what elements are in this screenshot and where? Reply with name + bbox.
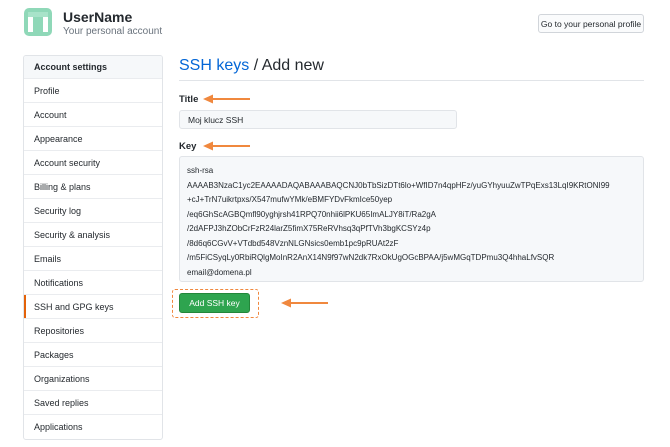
key-line: /2dAFPJ3hZObCrFzR24larZ5fimX75ReRVhsq3qP…: [187, 224, 431, 233]
title-input[interactable]: Moj klucz SSH: [179, 110, 457, 129]
sidebar-item-account-security[interactable]: Account security: [24, 151, 162, 175]
sidebar-item-packages[interactable]: Packages: [24, 343, 162, 367]
sidebar-item-security-analysis[interactable]: Security & analysis: [24, 223, 162, 247]
sidebar-item-account[interactable]: Account: [24, 103, 162, 127]
sidebar-item-emails[interactable]: Emails: [24, 247, 162, 271]
key-line: +cJ+TrN7uikrtpxs/X547mufwYMk/eBMFYDvFkmI…: [187, 195, 393, 204]
key-line: /m5FiCSyqLy0RbiRQlgMoInR2AnX14N9f97wN2dk…: [187, 253, 555, 262]
key-line: ssh-rsa: [187, 166, 214, 175]
sidebar-heading: Account settings: [24, 56, 162, 79]
account-subtitle: Your personal account: [63, 26, 163, 37]
arrow-left-icon: [203, 94, 250, 104]
divider: [179, 80, 644, 81]
add-ssh-key-button[interactable]: Add SSH key: [179, 293, 250, 313]
key-line: email@domena.pl: [187, 267, 252, 277]
arrow-left-icon: [203, 141, 250, 151]
sidebar-item-appearance[interactable]: Appearance: [24, 127, 162, 151]
sidebar-item-repositories[interactable]: Repositories: [24, 319, 162, 343]
avatar: [24, 8, 52, 36]
key-textarea[interactable]: ssh-rsa AAAAB3NzaC1yc2EAAAADAQABAAABAQCN…: [179, 156, 644, 282]
sidebar-item-applications[interactable]: Applications: [24, 415, 162, 439]
sidebar-item-profile[interactable]: Profile: [24, 79, 162, 103]
title-label: Title: [179, 94, 199, 105]
sidebar-item-notifications[interactable]: Notifications: [24, 271, 162, 295]
page-title: SSH keys / Add new: [179, 57, 324, 75]
settings-sidebar: Account settings Profile Account Appeara…: [23, 55, 163, 440]
sidebar-item-billing[interactable]: Billing & plans: [24, 175, 162, 199]
ssh-keys-link[interactable]: SSH keys: [179, 57, 249, 74]
go-to-profile-button[interactable]: Go to your personal profile: [538, 14, 644, 33]
sidebar-item-ssh-gpg-keys[interactable]: SSH and GPG keys: [24, 295, 162, 319]
key-line: /eq6GhScAGBQmfl90yghjrsh41RPQ70nhii6lPKU…: [187, 209, 437, 219]
sidebar-item-security-log[interactable]: Security log: [24, 199, 162, 223]
sidebar-item-saved-replies[interactable]: Saved replies: [24, 391, 162, 415]
page-title-rest: / Add new: [249, 57, 324, 74]
sidebar-item-organizations[interactable]: Organizations: [24, 367, 162, 391]
key-line: AAAAB3NzaC1yc2EAAAADAQABAAABAQCNJ0bTbSiz…: [187, 180, 610, 190]
key-label: Key: [179, 141, 197, 152]
username: UserName: [63, 9, 133, 25]
arrow-left-icon: [281, 298, 328, 308]
key-line: /8d6q6CGvV+VTdbd548VznNLGNsics0emb1pc9pR…: [187, 238, 399, 248]
